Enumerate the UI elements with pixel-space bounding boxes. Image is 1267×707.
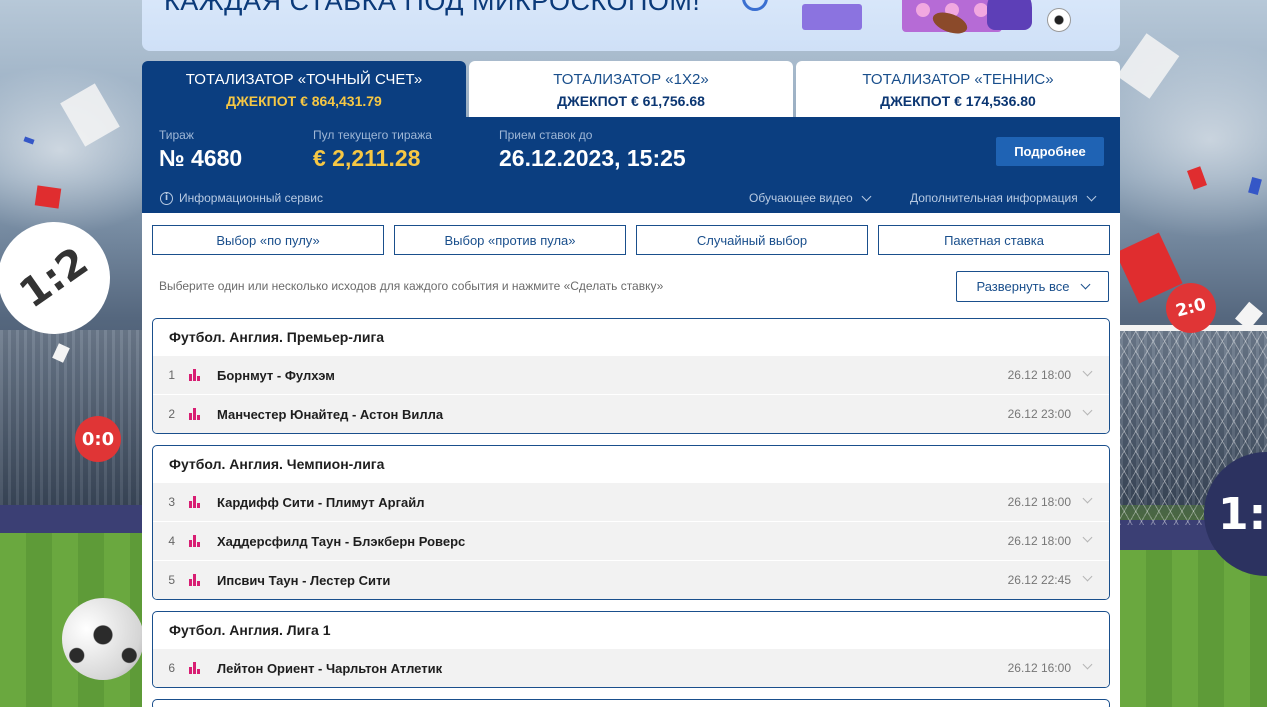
match-number: 2 [168,407,175,421]
match-name: Борнмут - Фулхэм [217,367,335,383]
tab-jackpot: ДЖЕКПОТ € 174,536.80 [880,93,1036,109]
match-row[interactable]: 5 Ипсвич Таун - Лестер Сити 26.12 22:45 [153,560,1109,599]
chevron-down-icon[interactable] [1082,366,1093,377]
promo-banner[interactable]: КАЖДАЯ СТАВКА ПОД МИКРОСКОПОМ! [142,0,1120,51]
match-number: 4 [168,534,175,548]
draw-number: № 4680 [159,145,243,171]
stats-icon[interactable] [189,496,203,508]
chevron-down-icon [1080,279,1090,290]
confetti [1116,33,1180,99]
mode-against-pool-button[interactable]: Выбор «против пула» [394,225,626,255]
chevron-down-icon [861,191,872,201]
additional-info-dropdown[interactable]: Дополнительная информация [910,191,1097,205]
match-time: 26.12 23:00 [1007,407,1071,421]
league-title: Футбол. Англия. Лига 1 [169,622,331,638]
chevron-down-icon[interactable] [1082,571,1093,582]
person-illustration [987,0,1032,30]
chevron-down-icon[interactable] [1082,532,1093,543]
chevron-down-icon[interactable] [1082,659,1093,670]
tab-jackpot: ДЖЕКПОТ € 864,431.79 [226,93,382,109]
laptop-icon [802,4,862,30]
match-number: 3 [168,495,175,509]
mode-random-button[interactable]: Случайный выбор [636,225,868,255]
tutorial-video-label: Обучающее видео [749,191,853,205]
match-name: Ипсвич Таун - Лестер Сити [217,572,391,588]
confetti [34,185,62,209]
match-time: 26.12 22:45 [1007,573,1071,587]
match-time: 26.12 18:00 [1007,495,1071,509]
tab-title: ТОТАЛИЗАТОР «ТЕННИС» [862,71,1054,88]
tutorial-video-dropdown[interactable]: Обучающее видео [749,191,872,205]
pool-label: Пул текущего тиража [313,128,432,142]
stats-icon[interactable] [189,662,203,674]
match-number: 5 [168,573,175,587]
match-row[interactable]: 3 Кардифф Сити - Плимут Аргайл 26.12 18:… [153,482,1109,521]
league-title: Футбол. Англия. Премьер-лига [169,329,385,345]
chevron-down-icon[interactable] [1082,493,1093,504]
stats-icon[interactable] [189,369,203,381]
match-row[interactable]: 2 Манчестер Юнайтед - Астон Вилла 26.12 … [153,394,1109,433]
info-icon: i [160,191,173,205]
league-group: Футбол. Англия. Лига 1 6 Лейтон Ориент -… [152,611,1110,688]
mode-package-button[interactable]: Пакетная ставка [878,225,1110,255]
match-number: 1 [168,368,175,382]
match-name: Хаддерсфилд Таун - Блэкберн Роверс [217,533,466,549]
deadline-label: Прием ставок до [499,128,593,142]
tab-exact-score[interactable]: ТОТАЛИЗАТОР «ТОЧНЫЙ СЧЕТ» ДЖЕКПОТ € 864,… [142,61,466,117]
stats-icon[interactable] [189,574,203,586]
deadline-value: 26.12.2023, 15:25 [499,145,686,171]
league-title: Футбол. Англия. Чемпион-лига [169,456,385,472]
expand-all-label: Развернуть все [976,279,1070,294]
additional-info-label: Дополнительная информация [910,191,1078,205]
soccer-ball [62,598,144,680]
tab-jackpot: ДЖЕКПОТ € 61,756.68 [557,93,705,109]
more-details-button[interactable]: Подробнее [996,137,1104,166]
pool-value: € 2,211.28 [313,145,421,171]
draw-label: Тираж [159,128,194,142]
match-name: Кардифф Сити - Плимут Аргайл [217,494,425,510]
tennis-racket-icon [742,0,768,11]
tab-title: ТОТАЛИЗАТОР «ТОЧНЫЙ СЧЕТ» [185,71,423,88]
match-name: Манчестер Юнайтед - Астон Вилла [217,406,444,422]
stats-icon[interactable] [189,408,203,420]
match-time: 26.12 18:00 [1007,368,1071,382]
league-group [152,699,1110,707]
banner-illustration [732,0,1082,51]
match-time: 26.12 18:00 [1007,534,1071,548]
match-number: 6 [168,661,175,675]
score-bubble: 0:0 [75,416,121,462]
tab-1x2[interactable]: ТОТАЛИЗАТОР «1Х2» ДЖЕКПОТ € 61,756.68 [469,61,793,117]
match-time: 26.12 16:00 [1007,661,1071,675]
chevron-down-icon [1086,191,1097,201]
stands-left [0,330,142,505]
bet-content: Выбор «по пулу» Выбор «против пула» Случ… [142,213,1120,707]
league-group: Футбол. Англия. Чемпион-лига 3 Кардифф С… [152,445,1110,600]
totalizator-tabs: ТОТАЛИЗАТОР «ТОЧНЫЙ СЧЕТ» ДЖЕКПОТ € 864,… [142,61,1120,117]
match-name: Лейтон Ориент - Чарльтон Атлетик [217,660,443,676]
selection-modes: Выбор «по пулу» Выбор «против пула» Случ… [152,225,1110,255]
instruction-hint: Выберите один или несколько исходов для … [159,279,664,293]
info-service-link[interactable]: i Информационный сервис [160,191,323,205]
pitch-right [1120,550,1267,707]
match-row[interactable]: 4 Хаддерсфилд Таун - Блэкберн Роверс 26.… [153,521,1109,560]
main-column: КАЖДАЯ СТАВКА ПОД МИКРОСКОПОМ! ТОТАЛИЗАТ… [142,0,1120,707]
draw-info-panel: Тираж № 4680 Пул текущего тиража € 2,211… [142,117,1120,213]
league-group: Футбол. Англия. Премьер-лига 1 Борнмут -… [152,318,1110,434]
info-service-label: Информационный сервис [179,191,323,205]
stadium-band-left [0,505,142,533]
stats-icon[interactable] [189,535,203,547]
confetti [60,83,120,147]
mode-by-pool-button[interactable]: Выбор «по пулу» [152,225,384,255]
soccer-ball-icon [1047,8,1071,32]
tab-tennis[interactable]: ТОТАЛИЗАТОР «ТЕННИС» ДЖЕКПОТ € 174,536.8… [796,61,1120,117]
confetti [1187,166,1207,190]
expand-all-button[interactable]: Развернуть все [956,271,1109,302]
match-row[interactable]: 6 Лейтон Ориент - Чарльтон Атлетик 26.12… [153,648,1109,687]
match-row[interactable]: 1 Борнмут - Фулхэм 26.12 18:00 [153,355,1109,394]
confetti [1248,176,1262,196]
banner-text: КАЖДАЯ СТАВКА ПОД МИКРОСКОПОМ! [164,0,701,16]
chevron-down-icon[interactable] [1082,405,1093,416]
confetti [23,136,35,145]
tab-title: ТОТАЛИЗАТОР «1Х2» [553,71,709,88]
